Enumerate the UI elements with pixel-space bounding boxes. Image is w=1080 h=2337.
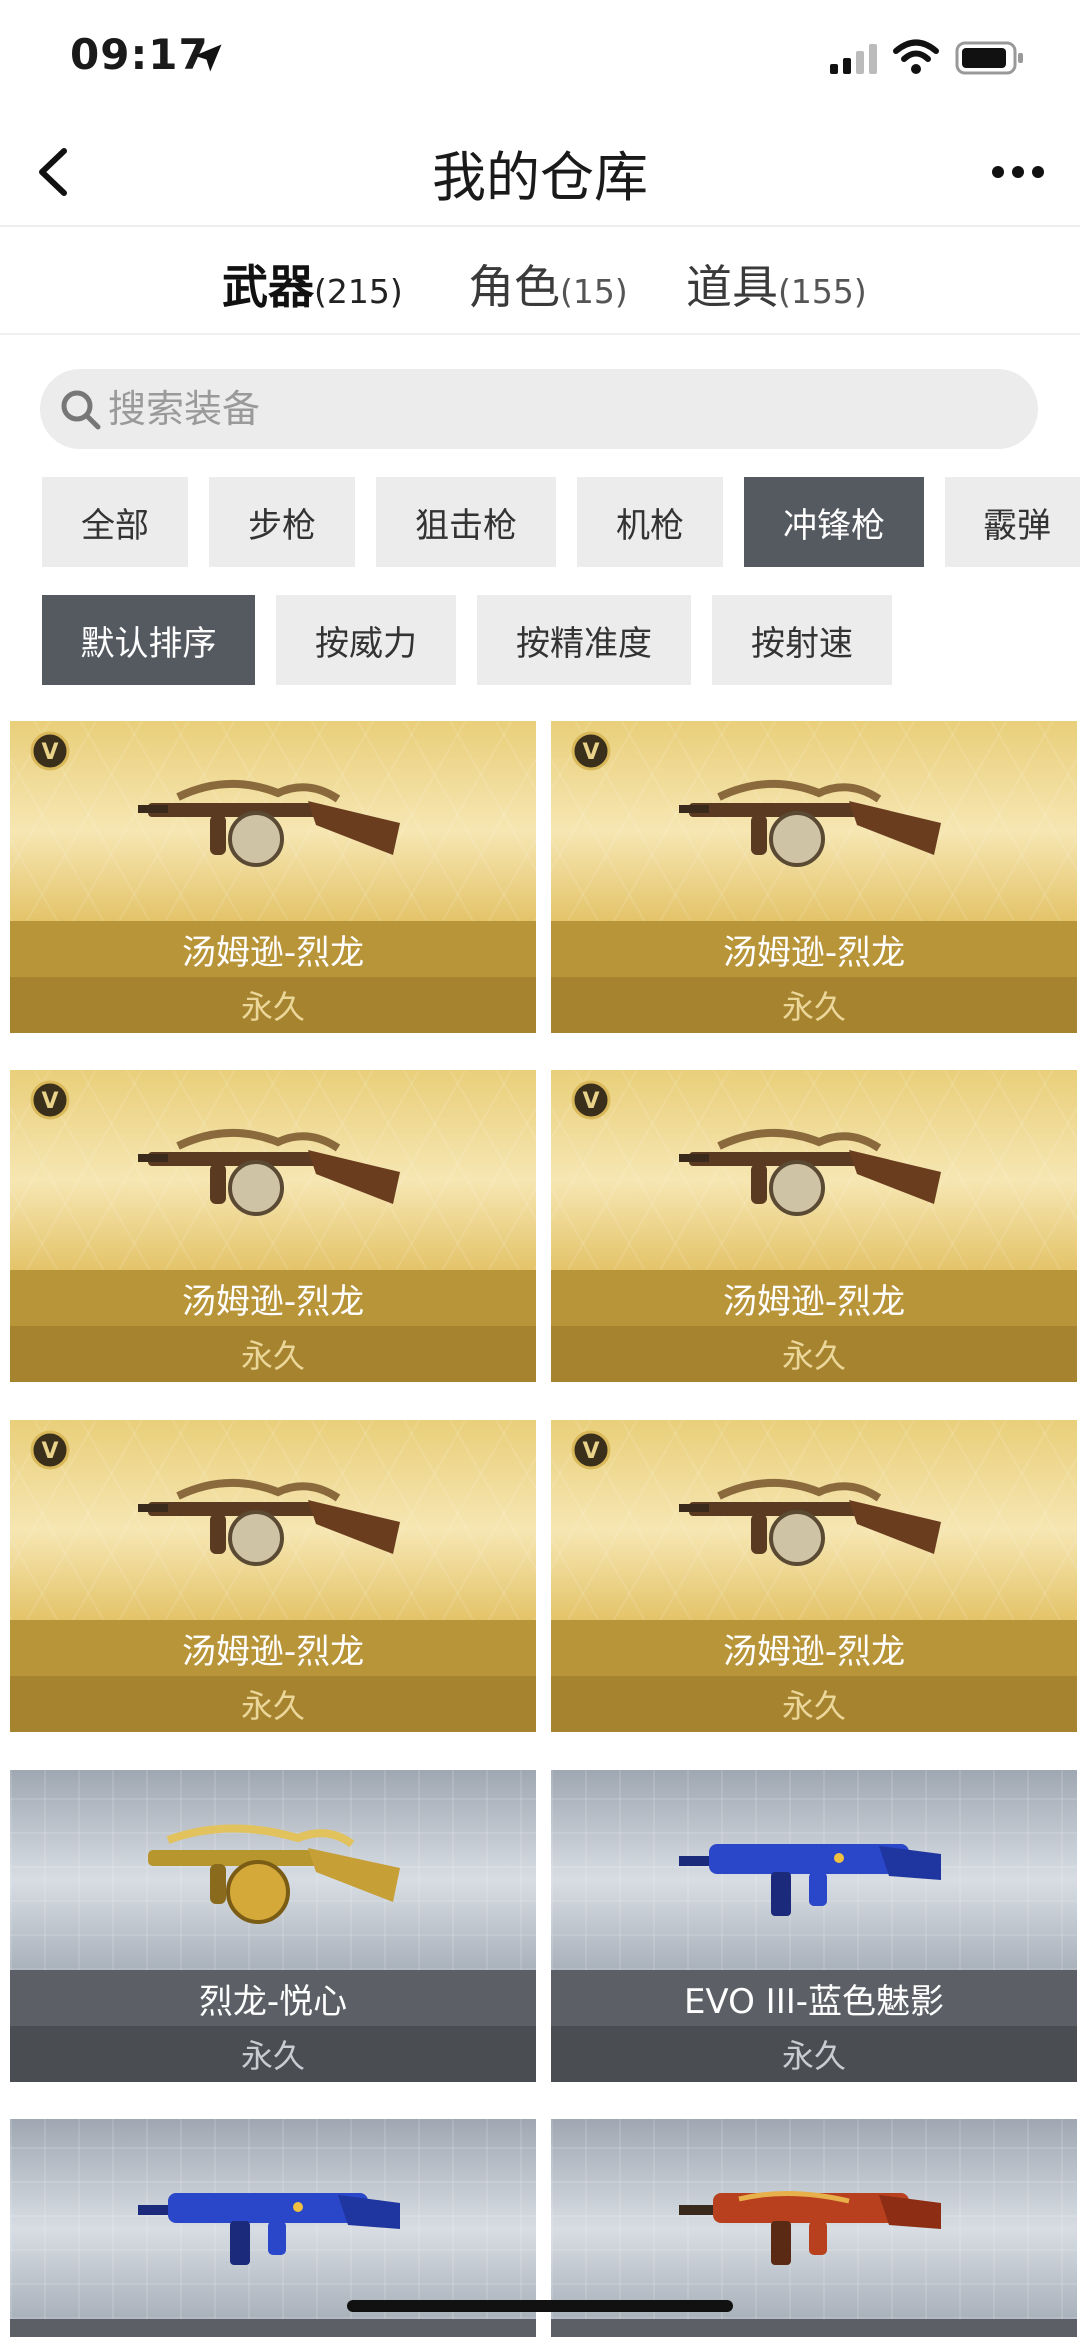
item-art: V <box>551 1070 1077 1270</box>
tommy-gun-icon <box>138 1128 400 1216</box>
tab-items[interactable]: 道具(155) <box>686 251 867 317</box>
item-duration: 永久 <box>10 977 536 1033</box>
item-card[interactable]: V 汤姆逊-烈龙 永久 <box>10 1420 536 1732</box>
svg-text:V: V <box>582 1089 599 1114</box>
svg-text:V: V <box>41 740 58 765</box>
home-indicator <box>347 2300 733 2312</box>
category-chip-shotgun[interactable]: 霰弹 <box>945 477 1080 567</box>
item-duration: 永久 <box>10 2026 536 2082</box>
cellular-signal-icon <box>830 44 877 74</box>
sort-chip-fire-rate[interactable]: 按射速 <box>712 595 892 685</box>
item-art <box>10 2119 536 2319</box>
tab-weapons-count: (215) <box>314 272 403 311</box>
category-filter-row: 全部 步枪 狙击枪 机枪 冲锋枪 霰弹 <box>0 477 1080 569</box>
sort-chip-power[interactable]: 按威力 <box>276 595 456 685</box>
blue-smg-icon <box>138 2193 400 2265</box>
sort-option-row: 默认排序 按威力 按精准度 按射速 <box>0 595 1080 687</box>
item-card[interactable]: V 汤姆逊-烈龙 永久 <box>551 1420 1077 1732</box>
tommy-gun-icon <box>138 779 400 867</box>
item-art: V <box>10 1070 536 1270</box>
item-name: 汤姆逊-烈龙 <box>10 1620 536 1676</box>
item-art <box>551 1770 1077 1970</box>
red-smg-icon <box>679 2190 941 2265</box>
search-bar <box>40 369 1038 449</box>
item-card[interactable]: V 汤姆逊-烈龙 永久 <box>10 1070 536 1382</box>
item-duration: 永久 <box>10 1326 536 1382</box>
item-duration: 永久 <box>551 1326 1077 1382</box>
location-arrow-icon <box>194 44 222 72</box>
svg-text:V: V <box>582 1439 599 1464</box>
vip-badge-icon: V <box>30 731 70 771</box>
item-card[interactable]: 烈龙-悦心 永久 <box>10 1770 536 2082</box>
vip-badge-icon: V <box>571 731 611 771</box>
item-card[interactable]: V 汤姆逊-烈龙 永久 <box>551 721 1077 1033</box>
item-duration: 永久 <box>551 2026 1077 2082</box>
category-chip-smg[interactable]: 冲锋枪 <box>744 477 924 567</box>
battery-icon <box>955 41 1023 75</box>
svg-text:V: V <box>582 740 599 765</box>
item-name: 汤姆逊-烈龙 <box>10 1270 536 1326</box>
blue-smg-icon <box>679 1844 941 1916</box>
page-title: 我的仓库 <box>432 146 648 209</box>
search-input[interactable] <box>108 381 1008 437</box>
item-name <box>551 2319 1077 2337</box>
sort-chip-accuracy[interactable]: 按精准度 <box>477 595 691 685</box>
search-icon <box>61 390 101 430</box>
item-name <box>10 2319 536 2337</box>
vip-badge-icon: V <box>30 1080 70 1120</box>
svg-text:V: V <box>41 1089 58 1114</box>
item-art: V <box>10 1420 536 1620</box>
vip-badge-icon: V <box>571 1080 611 1120</box>
tab-characters[interactable]: 角色(15) <box>468 251 628 317</box>
item-art <box>10 1770 536 1970</box>
tab-weapons[interactable]: 武器(215) <box>222 251 403 317</box>
tommy-gun-icon <box>138 1478 400 1566</box>
nav-bar: 我的仓库 <box>0 115 1080 227</box>
tommy-gun-icon <box>679 1478 941 1566</box>
item-name: 汤姆逊-烈龙 <box>551 1270 1077 1326</box>
category-chip-all[interactable]: 全部 <box>42 477 188 567</box>
tab-characters-count: (15) <box>560 272 628 311</box>
tab-weapons-label: 武器 <box>222 260 314 314</box>
item-art: V <box>551 721 1077 921</box>
vip-badge-icon: V <box>30 1430 70 1470</box>
item-name: 烈龙-悦心 <box>10 1970 536 2026</box>
vip-badge-icon: V <box>571 1430 611 1470</box>
svg-text:V: V <box>41 1439 58 1464</box>
tommy-gun-icon <box>679 1128 941 1216</box>
item-duration: 永久 <box>10 1676 536 1732</box>
item-duration: 永久 <box>551 977 1077 1033</box>
item-card[interactable]: EVO III-蓝色魅影 永久 <box>551 1770 1077 2082</box>
status-time: 09:17 <box>70 30 209 79</box>
sort-chip-default[interactable]: 默认排序 <box>42 595 255 685</box>
gold-tommy-gun-icon <box>148 1824 400 1924</box>
item-name: 汤姆逊-烈龙 <box>551 1620 1077 1676</box>
tab-items-label: 道具 <box>686 260 778 314</box>
item-name: EVO III-蓝色魅影 <box>551 1970 1077 2026</box>
category-chip-machine-gun[interactable]: 机枪 <box>577 477 723 567</box>
item-art <box>551 2119 1077 2319</box>
status-bar: 09:17 <box>0 0 1080 115</box>
item-duration: 永久 <box>551 1676 1077 1732</box>
tab-items-count: (155) <box>778 272 867 311</box>
item-art: V <box>551 1420 1077 1620</box>
more-options-icon[interactable] <box>990 163 1046 181</box>
item-art: V <box>10 721 536 921</box>
wifi-icon <box>893 39 939 74</box>
item-name: 汤姆逊-烈龙 <box>551 921 1077 977</box>
category-chip-rifle[interactable]: 步枪 <box>209 477 355 567</box>
tab-characters-label: 角色 <box>468 260 560 314</box>
inventory-tabs: 武器(215) 角色(15) 道具(155) <box>0 229 1080 335</box>
item-name: 汤姆逊-烈龙 <box>10 921 536 977</box>
tommy-gun-icon <box>679 779 941 867</box>
item-card[interactable]: V 汤姆逊-烈龙 永久 <box>551 1070 1077 1382</box>
item-card[interactable]: V 汤姆逊-烈龙 永久 <box>10 721 536 1033</box>
category-chip-sniper[interactable]: 狙击枪 <box>376 477 556 567</box>
